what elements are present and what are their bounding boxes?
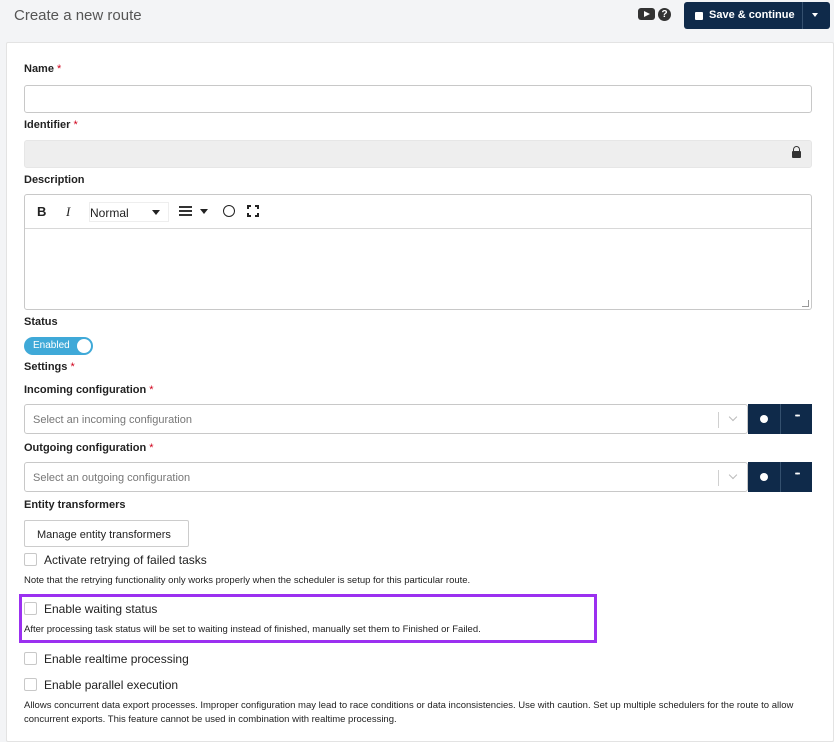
incoming-label-text: Incoming configuration bbox=[24, 384, 147, 396]
page-title: Create a new route bbox=[14, 7, 142, 24]
editor-toolbar: B I Normal bbox=[25, 195, 811, 229]
outgoing-more-button[interactable] bbox=[780, 462, 813, 492]
help-icon[interactable]: ? bbox=[658, 8, 671, 21]
format-select[interactable]: Normal bbox=[89, 202, 169, 222]
toggle-knob bbox=[77, 339, 91, 353]
settings-label: Settings * bbox=[24, 361, 75, 373]
identifier-label: Identifier * bbox=[24, 119, 78, 131]
settings-label-text: Settings bbox=[24, 361, 68, 373]
retry-note: Note that the retrying functionality onl… bbox=[24, 575, 471, 586]
name-label-text: Name bbox=[24, 63, 54, 75]
button-divider bbox=[802, 2, 803, 29]
incoming-configuration-select[interactable]: Select an incoming configuration bbox=[24, 404, 748, 434]
required-mark: * bbox=[73, 119, 78, 131]
save-continue-button[interactable]: Save & continue bbox=[684, 2, 830, 29]
save-dropdown-caret-icon[interactable] bbox=[812, 13, 818, 17]
lock-icon bbox=[792, 146, 801, 158]
name-label: Name * bbox=[24, 63, 61, 75]
chevron-down-icon bbox=[152, 210, 160, 215]
status-toggle-label: Enabled bbox=[33, 340, 70, 351]
bold-button[interactable]: B bbox=[37, 204, 46, 219]
save-icon bbox=[695, 12, 703, 20]
outgoing-label-text: Outgoing configuration bbox=[24, 442, 147, 454]
add-incoming-button[interactable] bbox=[748, 404, 780, 434]
manage-entity-transformers-label: Manage entity transformers bbox=[37, 529, 171, 541]
realtime-checkbox[interactable] bbox=[24, 652, 37, 665]
required-mark: * bbox=[149, 384, 154, 396]
resize-handle[interactable] bbox=[802, 300, 809, 307]
parallel-note: Allows concurrent data export processes.… bbox=[24, 700, 794, 725]
incoming-placeholder: Select an incoming configuration bbox=[33, 414, 192, 426]
description-label: Description bbox=[24, 174, 85, 186]
manage-entity-transformers-button[interactable]: Manage entity transformers bbox=[24, 520, 189, 547]
required-mark: * bbox=[70, 361, 75, 373]
youtube-icon[interactable] bbox=[638, 8, 655, 20]
italic-button[interactable]: I bbox=[66, 204, 70, 220]
entity-transformers-label: Entity transformers bbox=[24, 499, 126, 511]
emoji-icon[interactable] bbox=[223, 205, 235, 217]
select-divider bbox=[718, 470, 719, 486]
identifier-input bbox=[24, 140, 812, 168]
realtime-label: Enable realtime processing bbox=[44, 652, 189, 666]
chevron-down-icon[interactable] bbox=[200, 209, 208, 214]
incoming-label: Incoming configuration * bbox=[24, 384, 154, 396]
retry-checkbox[interactable] bbox=[24, 553, 37, 566]
outgoing-label: Outgoing configuration * bbox=[24, 442, 154, 454]
top-bar: Create a new route ? Save & continue bbox=[0, 0, 834, 42]
status-toggle[interactable]: Enabled bbox=[24, 337, 93, 355]
identifier-label-text: Identifier bbox=[24, 119, 71, 131]
required-mark: * bbox=[149, 442, 154, 454]
chevron-down-icon[interactable] bbox=[728, 470, 738, 480]
waiting-checkbox[interactable] bbox=[24, 602, 37, 615]
list-icon[interactable] bbox=[179, 206, 192, 216]
parallel-label: Enable parallel execution bbox=[44, 678, 179, 692]
add-outgoing-button[interactable] bbox=[748, 462, 780, 492]
parallel-checkbox[interactable] bbox=[24, 678, 37, 691]
fullscreen-icon[interactable] bbox=[247, 205, 259, 217]
outgoing-placeholder: Select an outgoing configuration bbox=[33, 472, 191, 484]
name-input[interactable] bbox=[24, 85, 812, 113]
chevron-down-icon[interactable] bbox=[728, 412, 738, 422]
outgoing-configuration-select[interactable]: Select an outgoing configuration bbox=[24, 462, 748, 492]
waiting-label: Enable waiting status bbox=[44, 602, 158, 616]
status-label: Status bbox=[24, 316, 58, 328]
description-editor[interactable]: B I Normal bbox=[24, 194, 812, 310]
retry-label: Activate retrying of failed tasks bbox=[44, 553, 207, 567]
required-mark: * bbox=[57, 63, 62, 75]
incoming-more-button[interactable] bbox=[780, 404, 813, 434]
select-divider bbox=[718, 412, 719, 428]
save-continue-label: Save & continue bbox=[709, 9, 795, 21]
waiting-note: After processing task status will be set… bbox=[24, 624, 481, 635]
format-select-value: Normal bbox=[90, 206, 129, 220]
